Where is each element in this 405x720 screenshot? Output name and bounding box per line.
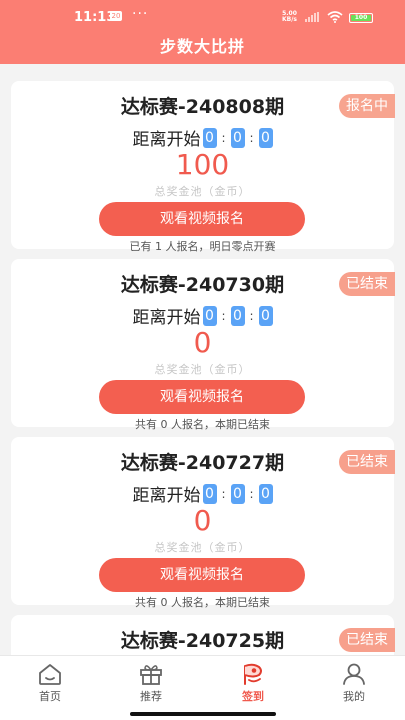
countdown-separator: : xyxy=(249,130,254,145)
more-notifications-icon: ··· xyxy=(132,6,149,22)
countdown-label: 距离开始 xyxy=(132,486,201,506)
battery-icon: 100 xyxy=(349,13,373,23)
tab-label: 推荐 xyxy=(140,690,162,703)
tab-mine[interactable]: 我的 xyxy=(324,662,384,704)
signal-icon xyxy=(305,12,319,22)
countdown: 距离开始 0 : 0 : 0 xyxy=(11,303,394,328)
countdown-separator: : xyxy=(221,130,226,145)
countdown-minutes: 0 xyxy=(230,483,245,504)
countdown-hours: 0 xyxy=(202,305,217,326)
home-indicator xyxy=(130,712,276,716)
signup-note: 已有 1 人报名，明日零点开赛 xyxy=(129,240,276,253)
countdown: 距离开始 0 : 0 : 0 xyxy=(11,481,394,506)
watch-video-signup-button[interactable]: 观看视频报名 xyxy=(99,380,305,414)
prize-pool-value: 0 xyxy=(193,504,212,537)
competition-title: 达标赛-240808期 xyxy=(120,96,285,118)
tab-label: 签到 xyxy=(242,690,264,703)
countdown-minutes: 0 xyxy=(230,127,245,148)
countdown-separator: : xyxy=(249,486,254,501)
competition-card: 已结束 达标赛-240730期 距离开始 0 : 0 : 0 0 总奖金池（金币… xyxy=(11,259,395,431)
prize-pool-label: 总奖金池（金币） xyxy=(154,363,251,376)
status-bar: 11:13 20 ··· 5.00 KB/s 100 xyxy=(0,0,405,28)
countdown-seconds: 0 xyxy=(258,483,273,504)
countdown-label: 距离开始 xyxy=(132,130,201,150)
countdown: 距离开始 0 : 0 : 0 xyxy=(11,125,394,150)
prize-pool-value: 100 xyxy=(175,148,230,181)
competition-card: 报名中 达标赛-240808期 距离开始 0 : 0 : 0 100 总奖金池（… xyxy=(11,81,395,253)
notification-badge: 20 xyxy=(110,11,122,21)
countdown-hours: 0 xyxy=(202,127,217,148)
home-icon xyxy=(39,664,61,685)
user-icon xyxy=(343,663,365,685)
gift-icon xyxy=(140,665,162,685)
tab-label: 首页 xyxy=(39,690,61,703)
competition-title: 达标赛-240727期 xyxy=(120,452,285,474)
app-header: 11:13 20 ··· 5.00 KB/s 100 步数大比拼 xyxy=(0,0,405,64)
tab-checkin[interactable]: 签到 xyxy=(223,662,283,704)
watch-video-signup-button[interactable]: 观看视频报名 xyxy=(99,558,305,592)
countdown-seconds: 0 xyxy=(258,305,273,326)
watch-video-signup-button[interactable]: 观看视频报名 xyxy=(99,202,305,236)
competition-title: 达标赛-240730期 xyxy=(120,274,285,296)
page-title: 步数大比拼 xyxy=(159,37,245,56)
countdown-label: 距离开始 xyxy=(132,308,201,328)
prize-pool-label: 总奖金池（金币） xyxy=(154,185,251,198)
checkin-icon xyxy=(244,663,262,685)
wifi-icon xyxy=(327,11,343,23)
countdown-separator: : xyxy=(221,486,226,501)
countdown-seconds: 0 xyxy=(258,127,273,148)
countdown-hours: 0 xyxy=(202,483,217,504)
prize-pool-value: 0 xyxy=(193,326,212,359)
network-speed: 5.00 KB/s xyxy=(282,10,297,23)
competition-title: 达标赛-240725期 xyxy=(120,630,285,652)
tab-recommend[interactable]: 推荐 xyxy=(121,662,181,704)
signup-note: 共有 0 人报名，本期已结束 xyxy=(135,418,270,431)
countdown-minutes: 0 xyxy=(230,305,245,326)
countdown-separator: : xyxy=(221,308,226,323)
signup-note: 共有 0 人报名，本期已结束 xyxy=(135,596,270,609)
tab-home[interactable]: 首页 xyxy=(20,662,80,704)
competition-card: 已结束 达标赛-240727期 距离开始 0 : 0 : 0 0 总奖金池（金币… xyxy=(11,437,395,609)
bottom-tab-bar: 首页 推荐 签到 我的 xyxy=(0,655,405,720)
tab-label: 我的 xyxy=(343,690,365,703)
countdown-separator: : xyxy=(249,308,254,323)
battery-level: 100 xyxy=(351,15,371,21)
prize-pool-label: 总奖金池（金币） xyxy=(154,541,251,554)
